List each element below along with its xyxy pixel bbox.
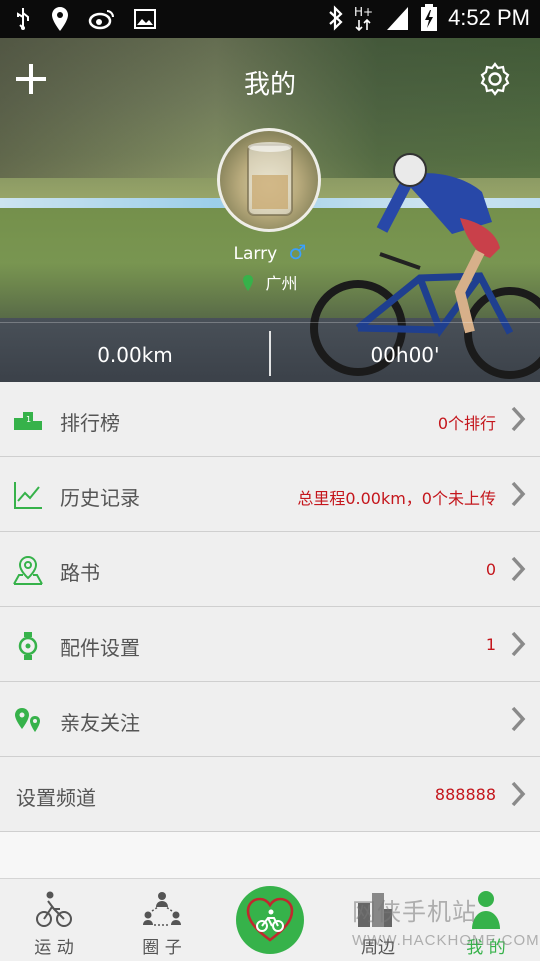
profile-header: 我的 Larry ♂ 广州 0.00km 00h00'	[0, 38, 540, 382]
hplus-network-icon: H+	[354, 5, 373, 32]
tab-label: 运 动	[34, 938, 74, 958]
cyclist-icon	[36, 891, 72, 927]
username: Larry	[233, 244, 278, 264]
tab-sport[interactable]: 运 动	[0, 879, 108, 961]
center-ride-button[interactable]	[236, 886, 304, 954]
location-icon	[52, 7, 68, 31]
chevron-right-icon	[511, 781, 526, 807]
tab-circle[interactable]: 圈 子	[108, 879, 216, 961]
watermark-url: WWW.HACKHOME.COM	[352, 932, 540, 949]
menu-item-ranking[interactable]: 1 排行榜 0个排行	[0, 382, 540, 457]
menu-item-accessories[interactable]: 配件设置 1	[0, 607, 540, 682]
friends-location-icon	[15, 708, 40, 732]
stats-bar: 0.00km 00h00'	[0, 322, 540, 382]
location-row: 广州	[0, 270, 540, 294]
menu-item-label: 路书	[60, 561, 100, 585]
chevron-right-icon	[511, 556, 526, 582]
clock: 4:52 PM	[448, 5, 530, 30]
page-title: 我的	[243, 70, 296, 100]
status-bar: H+ 4:52 PM	[0, 0, 540, 38]
svg-text:H+: H+	[354, 5, 373, 19]
menu-item-channel[interactable]: 设置频道 888888	[0, 757, 540, 832]
menu-item-label: 配件设置	[60, 636, 140, 660]
battery-charging-icon	[421, 4, 438, 31]
menu-item-value: 888888	[434, 785, 496, 804]
menu-item-value: 1	[485, 635, 496, 654]
menu-item-value: 0个排行	[437, 414, 496, 433]
tab-label: 圈 子	[142, 938, 182, 958]
user-info: Larry ♂	[0, 240, 540, 264]
menu-item-label: 亲友关注	[60, 711, 140, 735]
total-distance: 0.00km	[97, 343, 173, 367]
chevron-right-icon	[511, 406, 526, 432]
chevron-right-icon	[511, 706, 526, 732]
menu-item-label: 设置频道	[16, 786, 96, 810]
gear-icon[interactable]	[478, 62, 512, 96]
location-pin-icon	[243, 275, 254, 291]
map-pin-icon	[13, 555, 43, 585]
chevron-right-icon	[511, 631, 526, 657]
menu-item-label: 历史记录	[60, 486, 140, 510]
heart-bike-icon	[246, 897, 294, 942]
weibo-icon	[88, 10, 114, 30]
menu-item-friends[interactable]: 亲友关注	[0, 682, 540, 757]
empty-area	[0, 832, 540, 878]
city: 广州	[265, 274, 298, 293]
podium-icon: 1	[14, 412, 42, 430]
menu-item-history[interactable]: 历史记录 总里程0.00km，0个未上传	[0, 457, 540, 532]
male-icon: ♂	[288, 240, 307, 264]
menu-item-routebook[interactable]: 路书 0	[0, 532, 540, 607]
avatar-photo	[247, 142, 293, 216]
svg-text:1: 1	[26, 415, 31, 424]
avatar[interactable]	[217, 128, 321, 232]
menu-item-value: 0	[485, 560, 496, 579]
community-icon	[143, 892, 181, 926]
menu-list: 1 排行榜 0个排行 历史记录 总里程0.00km，0个未上传 路书 0 配件设…	[0, 382, 540, 832]
sensor-watch-icon	[18, 632, 38, 660]
watermark-text: 网侠手机站	[352, 899, 477, 926]
menu-item-label: 排行榜	[60, 411, 120, 435]
total-duration: 00h00'	[370, 343, 440, 367]
menu-item-value: 总里程0.00km，0个未上传	[297, 489, 496, 508]
chevron-right-icon	[511, 481, 526, 507]
chart-line-icon	[14, 482, 42, 509]
bluetooth-icon	[329, 5, 343, 31]
signal-icon	[387, 7, 409, 30]
image-icon	[134, 9, 156, 29]
usb-icon	[17, 8, 29, 30]
